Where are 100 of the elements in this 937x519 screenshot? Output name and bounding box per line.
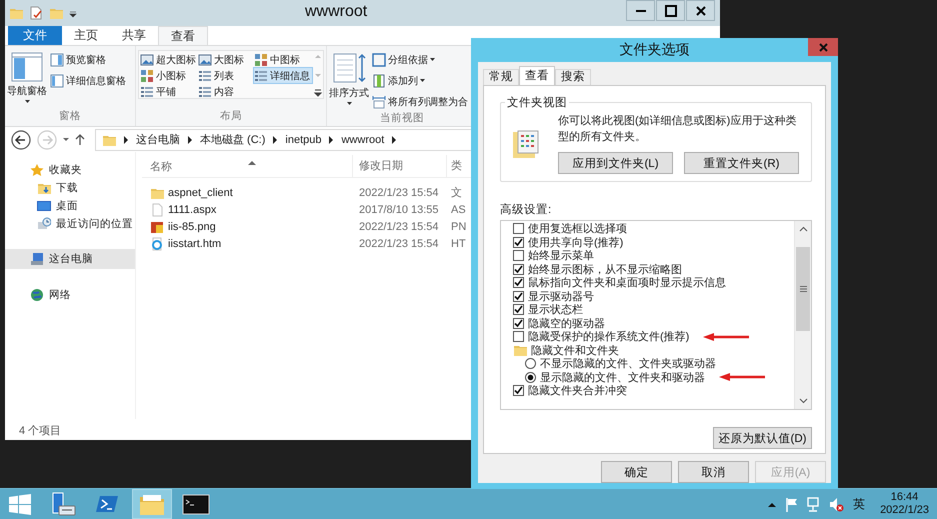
ribbon-button[interactable]: 将所有列调整为合 [371, 92, 469, 111]
checkbox[interactable] [513, 277, 524, 288]
group-label: 窗格 [58, 109, 82, 124]
chevron-icon[interactable] [329, 136, 334, 144]
checkbox[interactable] [513, 264, 524, 275]
image-file-icon [150, 220, 164, 234]
close-icon [818, 42, 828, 52]
checkbox[interactable] [513, 331, 524, 342]
show-hidden-icons-icon[interactable] [768, 502, 776, 506]
ribbon-button[interactable]: 排序方式 [329, 50, 369, 107]
dialog-button[interactable]: 重置文件夹(R) [684, 152, 799, 174]
nav-item[interactable]: 网络 [11, 287, 135, 302]
restore-defaults-button[interactable]: 还原为默认值(D) [713, 427, 812, 449]
option-label[interactable]: 使用共享向导(推荐) [528, 234, 624, 250]
checkbox[interactable] [513, 223, 524, 234]
checkbox[interactable] [513, 236, 524, 248]
view-option[interactable]: 详细信息 [254, 68, 312, 83]
file-menu-tab[interactable]: 文件 [8, 26, 62, 45]
view-option[interactable]: 超大图标 [140, 52, 198, 67]
group-by-icon [372, 52, 386, 66]
dialog-button[interactable]: 取消 [678, 461, 749, 483]
nav-item[interactable]: 下载 [11, 180, 135, 195]
list-icon [198, 68, 212, 82]
dialog-tab[interactable]: 搜索 [555, 69, 591, 85]
file-date: 2022/1/23 15:54 [358, 220, 440, 232]
option-label[interactable]: 始终显示菜单 [528, 248, 594, 264]
radio-button[interactable] [525, 358, 536, 370]
checkbox[interactable] [513, 304, 524, 316]
ribbon-tab[interactable]: 共享 [110, 26, 158, 45]
sort-icon [332, 52, 366, 84]
file-name[interactable]: iis-85.png [168, 220, 216, 232]
properties-icon[interactable] [29, 6, 43, 20]
ribbon-tab[interactable]: 查看 [158, 26, 208, 45]
dialog-tab[interactable]: 常规 [483, 69, 519, 85]
close-button[interactable] [686, 0, 715, 21]
option-label[interactable]: 隐藏文件夹合并冲突 [528, 383, 627, 398]
breadcrumb[interactable]: 本地磁盘 (C:) [200, 132, 266, 147]
ribbon-button[interactable]: 添加列 [371, 71, 469, 90]
network-icon[interactable] [807, 496, 820, 512]
nav-item[interactable]: 最近访问的位置 [11, 216, 135, 231]
dialog-tab[interactable]: 查看 [519, 66, 555, 85]
caret-icon[interactable] [63, 138, 69, 141]
option-label[interactable]: 显示状态栏 [528, 302, 583, 318]
speaker-muted-icon[interactable] [829, 496, 844, 512]
view-option[interactable]: 内容 [198, 84, 254, 99]
chevron-icon[interactable] [273, 136, 278, 144]
minimize-button[interactable] [626, 0, 655, 21]
status-text: 4 个项目 [19, 424, 62, 438]
column-header[interactable]: 名称 [142, 158, 352, 174]
maximize-icon [664, 4, 676, 16]
view-option[interactable]: 平铺 [140, 84, 198, 99]
checkbox[interactable] [513, 318, 524, 329]
scrollbar-thumb[interactable] [796, 247, 810, 331]
nav-item[interactable]: 收藏夹 [11, 162, 135, 177]
ribbon-button[interactable]: 导航窗格 [7, 50, 47, 105]
chevron-icon[interactable] [392, 136, 396, 144]
radio-button[interactable] [525, 372, 536, 383]
option-label[interactable]: 显示驱动器号 [528, 288, 594, 304]
option-label[interactable]: 不显示隐藏的文件、文件夹或驱动器 [540, 356, 716, 372]
option-label[interactable]: 隐藏空的驱动器 [528, 316, 605, 331]
windows-logo-icon [9, 494, 31, 514]
option-label[interactable]: 隐藏受保护的操作系统文件(推荐) [528, 329, 690, 344]
option-label[interactable]: 显示隐藏的文件、文件夹和驱动器 [540, 370, 705, 385]
chevron-icon[interactable] [124, 136, 128, 144]
section-label: 高级设置: [500, 202, 552, 217]
dialog-button[interactable]: 应用到文件夹(L) [558, 152, 673, 174]
option-label[interactable]: 鼠标指向文件夹和桌面项时显示提示信息 [528, 275, 726, 290]
view-option[interactable]: 中图标 [254, 52, 312, 67]
file-name[interactable]: 1111.aspx [168, 204, 216, 216]
maximize-button[interactable] [656, 0, 685, 21]
checkbox[interactable] [513, 290, 524, 302]
breadcrumb[interactable]: wwwroot [341, 134, 384, 146]
input-method-indicator[interactable]: 英 [853, 496, 866, 512]
back-icon[interactable] [11, 130, 31, 150]
flag-icon[interactable] [785, 496, 798, 512]
view-option[interactable]: 列表 [198, 68, 254, 83]
checkbox[interactable] [513, 385, 524, 396]
breadcrumb[interactable]: inetpub [285, 134, 322, 146]
file-name[interactable]: iisstart.htm [168, 238, 222, 250]
view-option[interactable]: 小图标 [140, 68, 198, 83]
dialog-button[interactable]: 确定 [601, 461, 672, 483]
view-option[interactable]: 大图标 [198, 52, 254, 67]
file-type: 文 [450, 186, 463, 200]
up-arrow-icon[interactable] [75, 133, 85, 146]
chevron-icon[interactable] [188, 136, 192, 144]
clock[interactable]: 16:44 2022/1/23 [880, 491, 929, 517]
scrollbar[interactable] [794, 221, 811, 409]
file-name[interactable]: aspnet_client [168, 186, 233, 198]
column-header[interactable]: 修改日期 [352, 155, 446, 177]
nav-item[interactable]: 这台电脑 [5, 249, 135, 269]
column-header[interactable]: 类 [446, 155, 470, 177]
option-label[interactable]: 使用复选框以选择项 [528, 221, 627, 236]
checkbox[interactable] [513, 250, 524, 262]
ribbon-button[interactable]: 详细信息窗格 [49, 71, 127, 90]
breadcrumb[interactable]: 这台电脑 [136, 132, 180, 147]
ribbon-tab[interactable]: 主页 [62, 26, 110, 45]
ribbon-button[interactable]: 分组依据 [371, 50, 469, 69]
nav-item[interactable]: 桌面 [11, 198, 135, 213]
ribbon-button[interactable]: 预览窗格 [49, 50, 127, 69]
option-label[interactable]: 始终显示图标，从不显示缩略图 [528, 262, 682, 277]
